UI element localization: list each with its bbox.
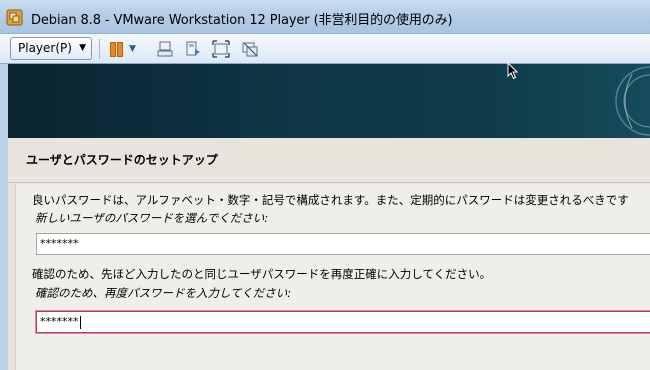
toolbar: Player(P) ▼ ▼ [0, 34, 650, 64]
vm-frame-border [0, 64, 8, 370]
fullscreen-icon[interactable] [212, 40, 230, 58]
installer-banner [8, 64, 650, 138]
send-ctrl-alt-del-icon[interactable] [156, 40, 174, 58]
confirm-password-value: ******* [40, 315, 79, 328]
password-value: ******* [40, 237, 79, 250]
unity-icon[interactable] [241, 40, 259, 58]
removable-devices-icon[interactable] [184, 40, 202, 58]
confirm-password-field[interactable]: ******* [36, 311, 650, 333]
player-menu-button[interactable]: Player(P) ▼ [10, 37, 92, 60]
installer-panel: 良いパスワードは、アルファベット・数字・記号で構成されます。また、定期的にパスワ… [15, 184, 650, 370]
toolbar-separator [99, 39, 100, 59]
window-title: Debian 8.8 - VMware Workstation 12 Playe… [31, 13, 453, 28]
window-title-bar[interactable]: Debian 8.8 - VMware Workstation 12 Playe… [0, 0, 650, 34]
vm-screen[interactable]: ユーザとパスワードのセットアップ 良いパスワードは、アルファベット・数字・記号で… [8, 64, 650, 370]
player-menu-label: Player(P) [18, 41, 72, 55]
confirm-prompt-label: 確認のため、再度パスワードを入力してください: [35, 286, 292, 300]
debian-swirl-graphic [615, 66, 650, 136]
text-caret [79, 315, 81, 329]
password-description: 良いパスワードは、アルファベット・数字・記号で構成されます。また、定期的にパスワ… [32, 193, 629, 207]
divider [8, 182, 650, 183]
vmware-player-icon [6, 9, 23, 26]
confirm-description: 確認のため、先ほど入力したのと同じユーザパスワードを再度正確に入力してください。 [32, 267, 492, 281]
password-field[interactable]: ******* [36, 233, 650, 255]
chevron-down-icon: ▼ [79, 43, 86, 53]
section-title: ユーザとパスワードのセットアップ [26, 153, 218, 167]
pause-icon[interactable] [107, 40, 125, 58]
mouse-pointer-icon [507, 62, 519, 80]
dropdown-arrow-icon[interactable]: ▼ [129, 40, 147, 58]
password-prompt-label: 新しいユーザのパスワードを選んでください: [35, 211, 269, 225]
